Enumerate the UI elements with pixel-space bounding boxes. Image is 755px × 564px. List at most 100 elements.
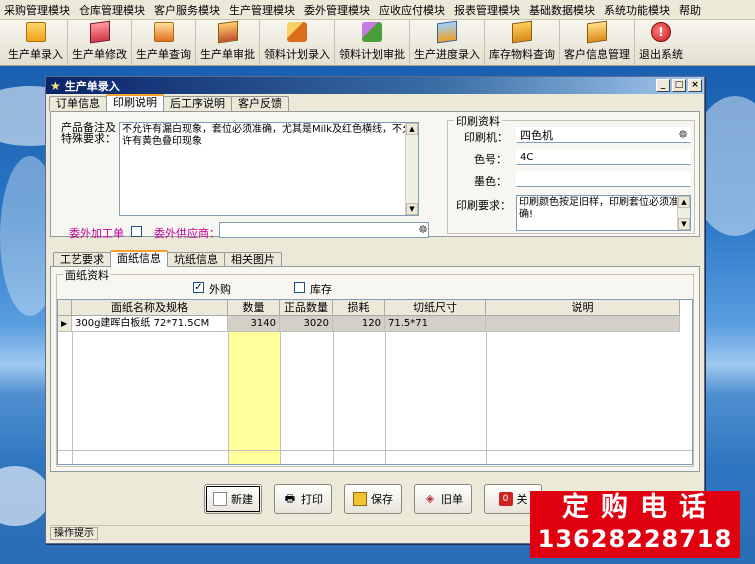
tab-order-info[interactable]: 订单信息 bbox=[49, 96, 107, 111]
menu-system[interactable]: 系统功能模块 bbox=[600, 2, 674, 18]
cell-qty[interactable]: 3140 bbox=[228, 316, 280, 332]
app-star-icon: ★ bbox=[50, 78, 61, 93]
close-button-label: 关 bbox=[516, 493, 528, 506]
toolbar-label: 生产单录入 bbox=[8, 48, 63, 61]
tab-customer-feedback[interactable]: 客户反馈 bbox=[231, 96, 289, 111]
tab-face-paper[interactable]: 面纸信息 bbox=[110, 250, 168, 267]
print-button[interactable]: 🖶 打印 bbox=[274, 484, 332, 514]
print-info-title: 印刷资料 bbox=[454, 113, 502, 129]
cell-loss[interactable]: 120 bbox=[333, 316, 385, 332]
progress-icon bbox=[437, 20, 457, 44]
toolbar-label: 库存物料查询 bbox=[489, 48, 555, 61]
toolbar-material-plan-approve-button[interactable]: 领料计划审批 bbox=[335, 20, 410, 65]
status-hint: 操作提示 bbox=[50, 527, 98, 540]
tab-process-requirements[interactable]: 工艺要求 bbox=[53, 252, 111, 267]
toolbar-label: 领料计划录入 bbox=[264, 48, 330, 61]
remarks-textarea[interactable]: 不允许有漏白现象，套位必须准确，尤其是Milk及红色横线，不允许有黄色叠印现象 bbox=[119, 122, 419, 216]
menu-help[interactable]: 帮助 bbox=[675, 2, 705, 18]
menu-warehouse[interactable]: 仓库管理模块 bbox=[75, 2, 149, 18]
minimize-button[interactable]: _ bbox=[656, 79, 670, 92]
column-header-cut-size[interactable]: 切纸尺寸 bbox=[385, 300, 486, 316]
old-order-button[interactable]: ◈ 旧单 bbox=[414, 484, 472, 514]
stock-checkbox[interactable] bbox=[294, 282, 305, 293]
scroll-up-arrow-icon[interactable]: ▲ bbox=[678, 196, 690, 208]
document-add-icon bbox=[25, 22, 46, 42]
box-icon bbox=[512, 20, 532, 44]
toolbar-label: 生产单查询 bbox=[136, 48, 191, 61]
menu-customer-service[interactable]: 客户服务模块 bbox=[150, 2, 224, 18]
cell-note[interactable] bbox=[486, 316, 680, 332]
scroll-down-arrow-icon[interactable]: ▼ bbox=[406, 203, 418, 215]
document-edit-icon bbox=[89, 20, 110, 44]
face-paper-panel: 面纸资料 ✓ 外购 库存 面纸名称及规格 数量 正品数量 损耗 切纸尺寸 说明 … bbox=[50, 266, 700, 472]
toolbar-order-approve-button[interactable]: 生产单审批 bbox=[196, 20, 260, 65]
menu-production[interactable]: 生产管理模块 bbox=[225, 2, 299, 18]
print-notes-panel: 产品备注及特殊要求： 不允许有漏白现象，套位必须准确，尤其是Milk及红色横线，… bbox=[50, 111, 700, 240]
toolbar-customer-info-button[interactable]: 客户信息管理 bbox=[560, 20, 635, 65]
order-phone-banner: 定购电话 13628228718 bbox=[530, 491, 740, 558]
column-header-good-qty[interactable]: 正品数量 bbox=[280, 300, 333, 316]
scroll-up-arrow-icon[interactable]: ▲ bbox=[406, 123, 418, 135]
maximize-button[interactable]: □ bbox=[672, 79, 686, 92]
face-paper-grid[interactable]: 面纸名称及规格 数量 正品数量 损耗 切纸尺寸 说明 ▶ 300g建晖白板纸 7… bbox=[57, 299, 693, 465]
current-row-arrow-icon: ▶ bbox=[58, 316, 72, 332]
save-button[interactable]: 保存 bbox=[344, 484, 402, 514]
printer-lookup-icon[interactable]: ☸ bbox=[676, 128, 690, 142]
upper-tab-strip: 订单信息 印刷说明 后工序说明 客户反馈 bbox=[46, 94, 704, 111]
column-header-name[interactable]: 面纸名称及规格 bbox=[72, 300, 228, 316]
stock-label: 库存 bbox=[310, 283, 332, 296]
remarks-scrollbar[interactable]: ▲ ▼ bbox=[405, 123, 418, 215]
supplier-lookup-icon[interactable]: ☸ bbox=[416, 223, 430, 237]
tab-post-process[interactable]: 后工序说明 bbox=[163, 96, 232, 111]
window-titlebar[interactable]: ★ 生产单录入 _ □ × bbox=[46, 77, 704, 94]
column-header-loss[interactable]: 损耗 bbox=[333, 300, 385, 316]
menu-purchase[interactable]: 采购管理模块 bbox=[0, 2, 74, 18]
toolbar-order-entry-button[interactable]: 生产单录入 bbox=[4, 20, 68, 65]
cell-good-qty[interactable]: 3020 bbox=[280, 316, 333, 332]
toolbar-label: 生产单审批 bbox=[200, 48, 255, 61]
ink-field[interactable] bbox=[516, 171, 691, 187]
cell-name[interactable]: 300g建晖白板纸 72*71.5CM bbox=[72, 316, 228, 332]
menu-base-data[interactable]: 基础数据模块 bbox=[525, 2, 599, 18]
promo-title: 定购电话 bbox=[562, 492, 718, 523]
column-header-qty[interactable]: 数量 bbox=[228, 300, 280, 316]
toolbar-material-plan-entry-button[interactable]: 领料计划录入 bbox=[260, 20, 335, 65]
supplier-input[interactable] bbox=[219, 222, 429, 238]
toolbar-inventory-query-button[interactable]: 库存物料查询 bbox=[485, 20, 560, 65]
menu-outsource[interactable]: 委外管理模块 bbox=[300, 2, 374, 18]
menu-receivable-payable[interactable]: 应收应付模块 bbox=[375, 2, 449, 18]
column-header-note[interactable]: 说明 bbox=[486, 300, 680, 316]
close-window-button[interactable]: × bbox=[688, 79, 702, 92]
toolbar-order-query-button[interactable]: 生产单查询 bbox=[132, 20, 196, 65]
color-field[interactable]: 4C bbox=[516, 149, 691, 165]
approve-icon bbox=[217, 20, 238, 44]
tab-related-images[interactable]: 相关图片 bbox=[224, 252, 282, 267]
toolbar-order-edit-button[interactable]: 生产单修改 bbox=[68, 20, 132, 65]
print-requirement-textarea[interactable]: 印刷颜色按足旧样，印刷套位必须准确! bbox=[516, 195, 691, 231]
requirement-scrollbar[interactable]: ▲ ▼ bbox=[677, 196, 690, 230]
production-order-window: ★ 生产单录入 _ □ × 订单信息 印刷说明 后工序说明 客户反馈 产品备注及… bbox=[45, 76, 705, 544]
outsource-checkbox[interactable] bbox=[131, 226, 142, 237]
scroll-down-arrow-icon[interactable]: ▼ bbox=[678, 218, 690, 230]
document-search-icon bbox=[153, 22, 174, 42]
menu-reports[interactable]: 报表管理模块 bbox=[450, 2, 524, 18]
tab-flute-paper[interactable]: 坑纸信息 bbox=[167, 252, 225, 267]
remarks-label: 产品备注及特殊要求： bbox=[61, 121, 116, 145]
exit-icon: ! bbox=[651, 22, 671, 42]
new-button[interactable]: 新建 bbox=[204, 484, 262, 514]
toolbar-label: 生产单修改 bbox=[72, 48, 127, 61]
row-indicator-header bbox=[58, 300, 72, 316]
cell-cut-size[interactable]: 71.5*71 bbox=[385, 316, 486, 332]
color-label: 色号： bbox=[474, 153, 507, 166]
outsource-label: 委外加工单 bbox=[69, 227, 124, 240]
save-button-label: 保存 bbox=[371, 493, 393, 506]
tab-print-notes[interactable]: 印刷说明 bbox=[106, 94, 164, 111]
customer-icon bbox=[587, 20, 607, 44]
action-button-bar: 新建 🖶 打印 保存 ◈ 旧单 0 关 bbox=[204, 484, 542, 514]
purchase-checkbox[interactable]: ✓ bbox=[193, 282, 204, 293]
table-row[interactable]: ▶ 300g建晖白板纸 72*71.5CM 3140 3020 120 71.5… bbox=[58, 316, 680, 332]
printer-field[interactable]: 四色机 bbox=[516, 127, 691, 143]
toolbar-progress-entry-button[interactable]: 生产进度录入 bbox=[410, 20, 485, 65]
toolbar-exit-button[interactable]: ! 退出系统 bbox=[635, 20, 687, 65]
print-button-label: 打印 bbox=[301, 493, 323, 506]
